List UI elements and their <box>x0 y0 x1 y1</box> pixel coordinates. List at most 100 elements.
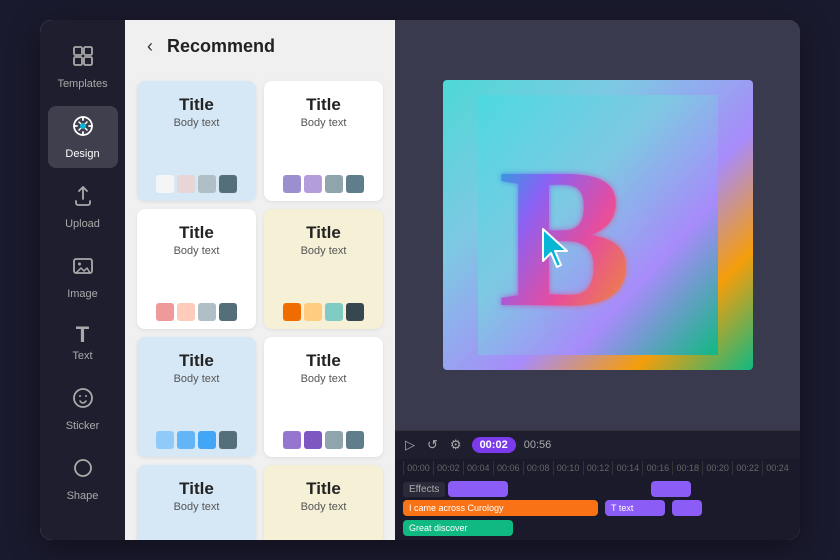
swatch <box>177 175 195 193</box>
track-text-1: I came across Curology T text <box>403 500 792 516</box>
swatch <box>325 175 343 193</box>
swatch <box>346 431 364 449</box>
ruler-tick: 00:18 <box>672 461 702 475</box>
card-body: Body text <box>301 245 347 257</box>
image-icon <box>71 254 95 284</box>
canvas-background: B <box>443 80 753 370</box>
track-effects: Effects <box>403 481 792 497</box>
canvas-viewport[interactable]: B <box>395 20 800 430</box>
sidebar-label-design: Design <box>65 148 99 160</box>
ruler-tick: 00:02 <box>433 461 463 475</box>
swatch <box>325 431 343 449</box>
timeline-reset-button[interactable]: ↺ <box>425 435 440 455</box>
card-title: Title <box>179 351 214 371</box>
template-card[interactable]: Title Body text <box>137 465 256 540</box>
card-title: Title <box>306 351 341 371</box>
track-bar-text-2[interactable] <box>672 500 702 516</box>
swatch <box>304 303 322 321</box>
card-title: Title <box>306 95 341 115</box>
color-palette <box>147 303 246 321</box>
letter-b-graphic: B <box>478 95 718 355</box>
svg-text:B: B <box>498 128 631 349</box>
template-card[interactable]: Title Body text <box>264 81 383 201</box>
sidebar-label-shape: Shape <box>67 490 99 502</box>
swatch <box>346 303 364 321</box>
ruler-tick: 00:12 <box>583 461 613 475</box>
sidebar-item-design[interactable]: Design <box>48 106 118 168</box>
sidebar-item-templates[interactable]: Templates <box>48 36 118 98</box>
track-label-effects: Effects <box>403 482 445 497</box>
card-title: Title <box>306 479 341 499</box>
swatch <box>346 175 364 193</box>
track-bar-discover[interactable]: Great discover <box>403 520 513 536</box>
panel-title: Recommend <box>167 36 275 57</box>
sidebar-label-sticker: Sticker <box>66 420 100 432</box>
track-bar-text: Great discover <box>409 523 468 533</box>
sidebar-label-text: Text <box>72 350 92 362</box>
total-time: 00:56 <box>524 439 552 451</box>
track-bar-effects-2[interactable] <box>651 481 691 497</box>
swatch <box>283 431 301 449</box>
swatch <box>198 431 216 449</box>
swatch <box>219 431 237 449</box>
sidebar: Templates Design Upload <box>40 20 125 540</box>
ruler-tick: 00:04 <box>463 461 493 475</box>
template-card[interactable]: Title Body text <box>264 465 383 540</box>
color-palette <box>147 431 246 449</box>
sidebar-item-shape[interactable]: Shape <box>48 448 118 510</box>
swatch <box>219 175 237 193</box>
timeline-tracks: Effects I came across Curology T text <box>395 477 800 540</box>
sticker-icon <box>71 386 95 416</box>
sidebar-item-text[interactable]: T Text <box>48 316 118 370</box>
swatch <box>304 431 322 449</box>
track-discover: Great discover <box>403 520 792 536</box>
ruler-tick: 00:00 <box>403 461 433 475</box>
template-card[interactable]: Title Body text <box>264 337 383 457</box>
template-card[interactable]: Title Body text <box>137 337 256 457</box>
template-card[interactable]: Title Body text <box>264 209 383 329</box>
card-body: Body text <box>301 501 347 513</box>
color-palette <box>274 303 373 321</box>
swatch <box>156 431 174 449</box>
swatch <box>156 303 174 321</box>
panel-header: ‹ Recommend <box>125 20 395 73</box>
swatch <box>198 175 216 193</box>
card-body: Body text <box>301 373 347 385</box>
design-icon <box>71 114 95 144</box>
back-button[interactable]: ‹ <box>141 34 159 59</box>
template-grid: Title Body text Title Body text <box>125 73 395 540</box>
card-body: Body text <box>174 501 220 513</box>
card-body: Body text <box>174 245 220 257</box>
card-title: Title <box>179 223 214 243</box>
swatch <box>283 303 301 321</box>
template-panel: ‹ Recommend Title Body text Title Body t… <box>125 20 395 540</box>
sidebar-item-image[interactable]: Image <box>48 246 118 308</box>
ruler-tick: 00:24 <box>762 461 792 475</box>
swatch <box>198 303 216 321</box>
ruler-tick: 00:22 <box>732 461 762 475</box>
sidebar-item-upload[interactable]: Upload <box>48 176 118 238</box>
card-title: Title <box>179 95 214 115</box>
shape-icon <box>71 456 95 486</box>
track-bar-effects[interactable] <box>448 481 508 497</box>
track-bar-text: T text <box>611 503 633 513</box>
color-palette <box>274 175 373 193</box>
ruler-tick: 00:16 <box>642 461 672 475</box>
card-body: Body text <box>174 373 220 385</box>
swatch <box>177 431 195 449</box>
track-bar-text[interactable]: T text <box>605 500 665 516</box>
sidebar-label-templates: Templates <box>57 78 107 90</box>
card-title: Title <box>179 479 214 499</box>
template-card[interactable]: Title Body text <box>137 81 256 201</box>
card-body: Body text <box>174 117 220 129</box>
ruler-tick: 00:06 <box>493 461 523 475</box>
text-icon: T <box>76 324 89 346</box>
app-window: Templates Design Upload <box>40 20 800 540</box>
timeline-play-button[interactable]: ▷ <box>403 435 417 455</box>
card-body: Body text <box>301 117 347 129</box>
timeline-settings-button[interactable]: ⚙ <box>448 435 464 455</box>
track-bar-narration[interactable]: I came across Curology <box>403 500 598 516</box>
template-card[interactable]: Title Body text <box>137 209 256 329</box>
sidebar-item-sticker[interactable]: Sticker <box>48 378 118 440</box>
card-title: Title <box>306 223 341 243</box>
